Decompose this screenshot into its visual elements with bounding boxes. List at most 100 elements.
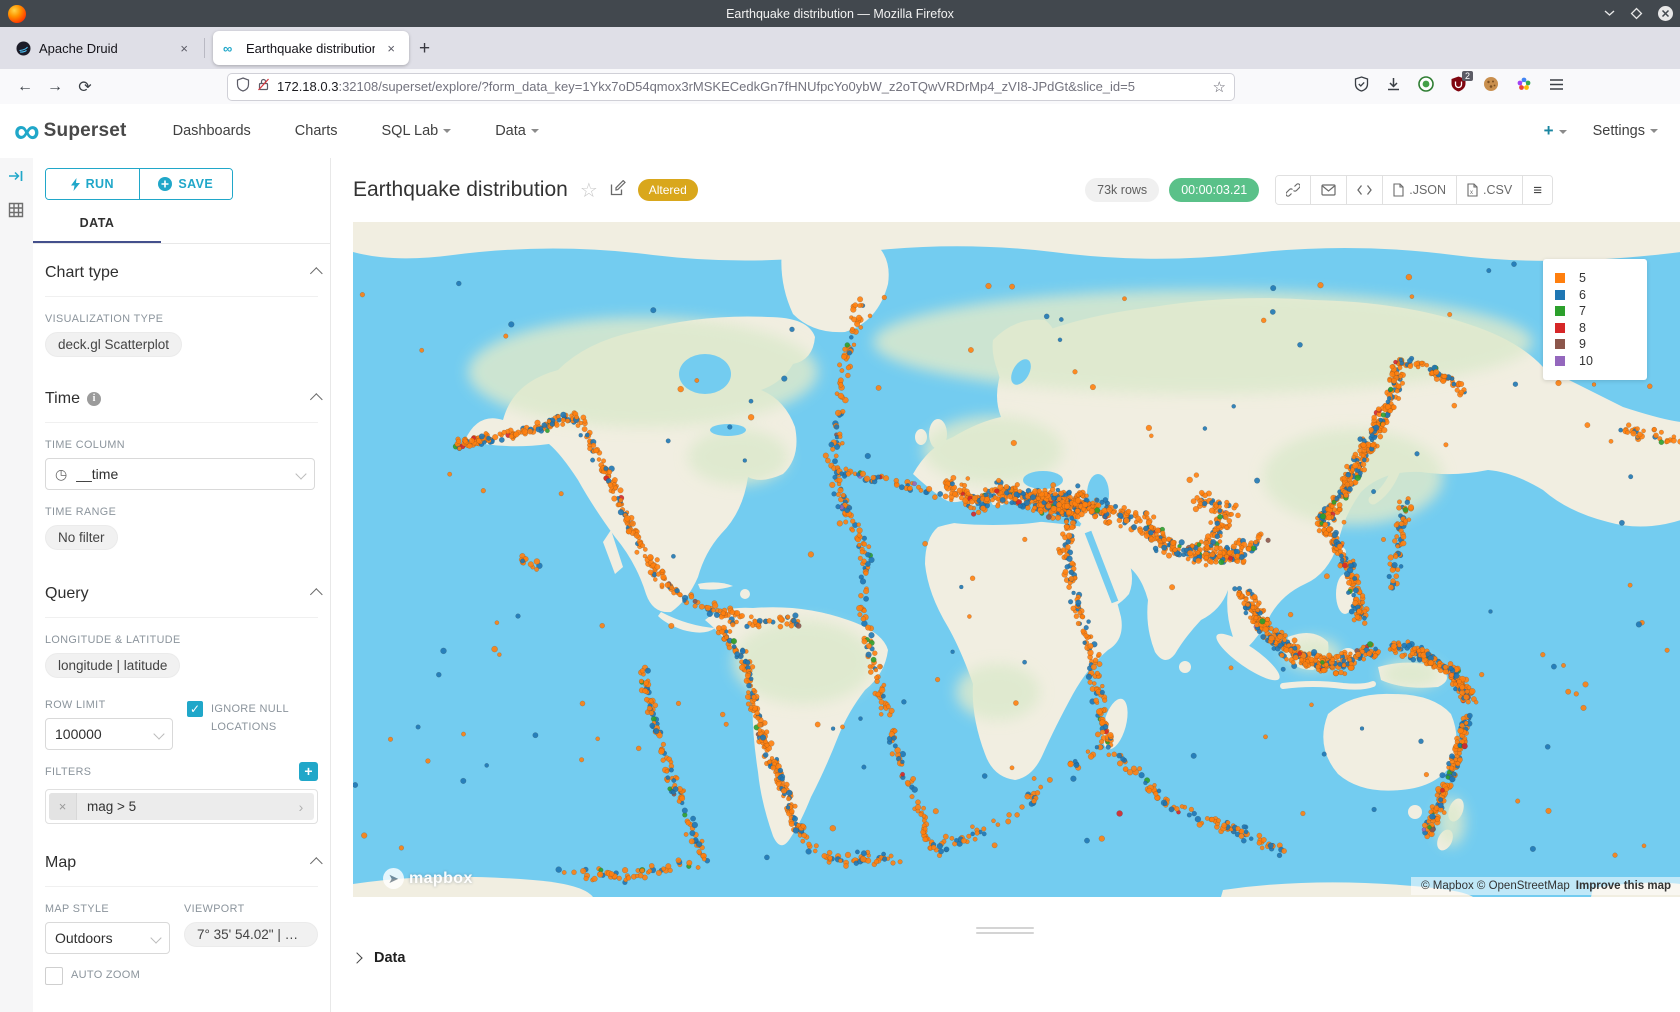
tab-separator: [204, 38, 205, 58]
tab-close-icon[interactable]: ×: [383, 40, 399, 57]
export-csv-button[interactable]: x .CSV: [1457, 176, 1523, 204]
row-limit-select[interactable]: 100000: [45, 718, 173, 750]
tab-close-icon[interactable]: ×: [176, 40, 192, 57]
chart-title: Earthquake distribution: [353, 178, 568, 202]
nav-item-charts[interactable]: Charts: [295, 123, 338, 139]
chart-menu-button[interactable]: ≡: [1523, 176, 1552, 204]
chevron-up-icon: [310, 857, 323, 870]
bookmark-star-icon[interactable]: ☆: [1213, 78, 1226, 96]
caret-icon: [1559, 130, 1567, 134]
chevron-up-icon: [310, 267, 323, 280]
filter-chip[interactable]: × mag > 5 ›: [49, 793, 314, 820]
nav-item-sql-lab[interactable]: SQL Lab: [382, 123, 452, 139]
favorite-star-icon[interactable]: ☆: [580, 178, 598, 203]
collapse-strip: [0, 158, 34, 1012]
tab-data[interactable]: DATA: [33, 216, 161, 243]
mapbox-icon: ➤: [383, 868, 404, 889]
map-legend: 5678910: [1543, 259, 1647, 380]
protections-shield-icon[interactable]: [1354, 76, 1369, 97]
viz-type-value[interactable]: deck.gl Scatterplot: [45, 332, 182, 357]
superset-logo-icon: ∞: [14, 116, 40, 146]
privacy-extension-icon[interactable]: [1418, 76, 1434, 97]
time-range-label: TIME RANGE: [45, 506, 318, 518]
legend-entry: 10: [1555, 353, 1635, 370]
auto-zoom-checkbox[interactable]: [45, 967, 63, 985]
maximize-icon[interactable]: [1630, 7, 1643, 20]
tab-apache-druid[interactable]: Apache Druid ×: [6, 31, 202, 65]
remove-filter-icon[interactable]: ×: [49, 793, 77, 820]
info-icon: i: [87, 392, 101, 406]
url-text[interactable]: 172.18.0.3:32108/superset/explore/?form_…: [277, 79, 1206, 94]
section-point-size[interactable]: Point Size: [45, 1003, 318, 1012]
edit-properties-icon[interactable]: [610, 180, 626, 201]
lonlat-value[interactable]: longitude | latitude: [45, 653, 180, 678]
url-bar[interactable]: 172.18.0.3:32108/superset/explore/?form_…: [228, 74, 1234, 100]
legend-entry: 5: [1555, 270, 1635, 287]
new-tab-button[interactable]: +: [419, 38, 430, 60]
filters-label: FILTERS: [45, 766, 91, 778]
legend-entry: 8: [1555, 320, 1635, 337]
superset-logo[interactable]: ∞ Superset: [14, 116, 127, 146]
row-count-badge: 73k rows: [1085, 178, 1159, 202]
caret-icon: [443, 129, 451, 133]
chevron-up-icon: [310, 588, 323, 601]
settings-menu[interactable]: Settings: [1593, 123, 1658, 139]
mapbox-logo[interactable]: ➤ mapbox: [383, 868, 473, 889]
legend-label: 10: [1579, 354, 1593, 368]
new-item-button[interactable]: +: [1544, 121, 1567, 141]
section-query[interactable]: Query: [45, 571, 318, 617]
section-map[interactable]: Map: [45, 840, 318, 886]
export-json-button[interactable]: .JSON: [1383, 176, 1457, 204]
time-column-label: TIME COLUMN: [45, 439, 318, 451]
add-filter-button[interactable]: +: [299, 762, 318, 781]
map-attribution[interactable]: © Mapbox © OpenStreetMapImprove this map: [1411, 877, 1680, 895]
downloads-icon[interactable]: [1386, 76, 1401, 97]
map-style-select[interactable]: Outdoors: [45, 922, 170, 954]
legend-swatch: [1555, 273, 1565, 283]
nav-item-dashboards[interactable]: Dashboards: [173, 123, 251, 139]
nav-item-data[interactable]: Data: [495, 123, 539, 139]
embed-code-button[interactable]: [1347, 176, 1383, 204]
legend-swatch: [1555, 323, 1565, 333]
section-chart-type[interactable]: Chart type: [45, 250, 318, 296]
shield-icon[interactable]: [236, 77, 250, 97]
ignore-null-checkbox[interactable]: ✓: [187, 701, 203, 717]
collapse-panel-icon[interactable]: [8, 169, 33, 188]
tab-earthquake-distribution[interactable]: ∞ Earthquake distribution ×: [213, 31, 409, 65]
share-link-button[interactable]: [1276, 176, 1311, 204]
legend-label: 6: [1579, 288, 1586, 302]
deckgl-scatter-map[interactable]: 5678910 ➤ mapbox © Mapbox © OpenStreetMa…: [353, 222, 1680, 897]
resize-handle[interactable]: [976, 924, 1034, 937]
cookie-extension-icon[interactable]: [1483, 76, 1499, 97]
window-titlebar: Earthquake distribution — Mozilla Firefo…: [0, 0, 1680, 27]
time-range-value[interactable]: No filter: [45, 525, 118, 550]
save-button[interactable]: SAVE: [140, 169, 233, 199]
altered-badge[interactable]: Altered: [638, 179, 698, 201]
viewport-value[interactable]: 7° 35' 54.02" | 31...: [184, 922, 318, 947]
legend-label: 7: [1579, 304, 1586, 318]
time-column-select[interactable]: ◷ __time: [45, 458, 315, 490]
chevron-down-icon: [150, 932, 161, 943]
minimize-icon[interactable]: [1603, 7, 1616, 20]
chevron-up-icon: [310, 393, 323, 406]
pinwheel-extension-icon[interactable]: [1516, 76, 1532, 97]
menu-icon[interactable]: [1549, 78, 1564, 96]
back-button[interactable]: ←: [10, 78, 40, 96]
run-button[interactable]: RUN: [46, 169, 140, 199]
close-icon[interactable]: [1657, 5, 1674, 22]
expand-filter-icon[interactable]: ›: [288, 799, 314, 815]
email-button[interactable]: [1311, 176, 1347, 204]
datasource-grid-icon[interactable]: [8, 202, 33, 223]
forward-button[interactable]: →: [40, 78, 70, 96]
section-time[interactable]: Timei: [45, 376, 318, 422]
improve-map-link[interactable]: Improve this map: [1576, 880, 1671, 892]
ublock-icon[interactable]: 2: [1451, 76, 1466, 97]
reload-button[interactable]: ⟳: [70, 77, 100, 97]
legend-entry: 6: [1555, 287, 1635, 304]
insecure-lock-icon[interactable]: [257, 77, 270, 97]
svg-text:∞: ∞: [223, 41, 232, 56]
control-panel: RUN SAVE DATA Chart type VISUALIZATION T…: [33, 158, 330, 1012]
tab-label: Apache Druid: [39, 41, 168, 56]
legend-label: 8: [1579, 321, 1586, 335]
data-panel-toggle[interactable]: Data: [353, 950, 405, 966]
